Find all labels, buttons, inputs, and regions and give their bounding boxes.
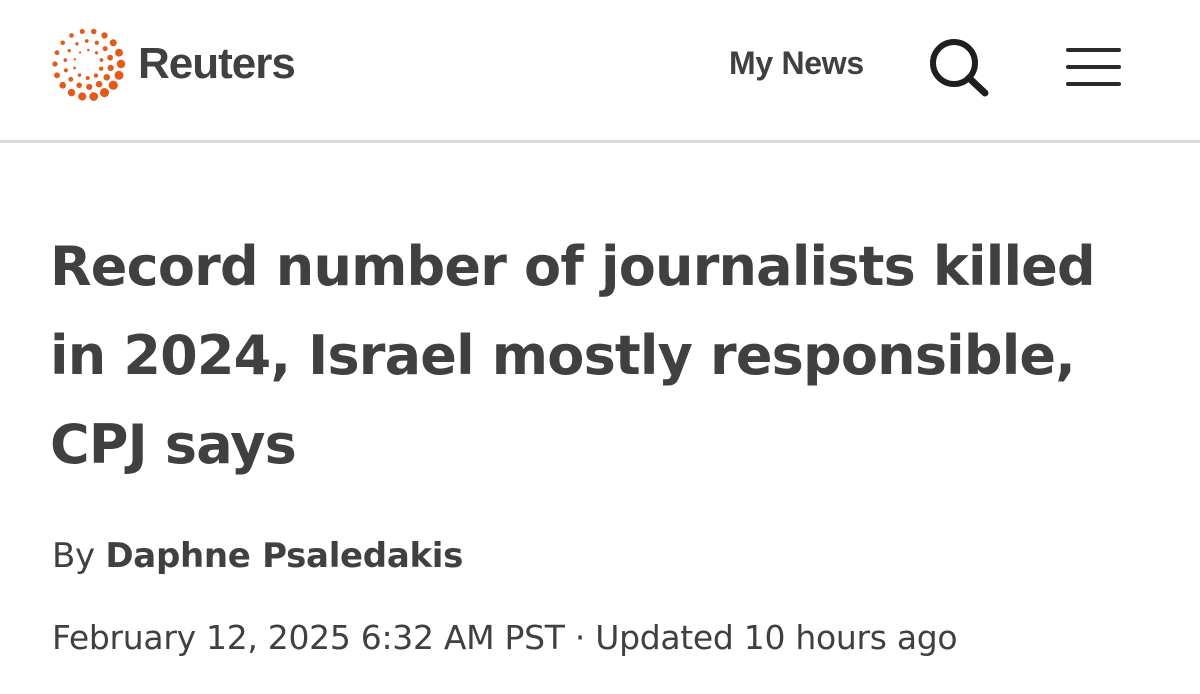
reuters-wordmark: Reuters xyxy=(138,39,296,88)
author-link[interactable]: Daphne Psaledakis xyxy=(105,536,463,576)
search-icon xyxy=(930,39,989,97)
article-headline: Record number of journalists killed in 2… xyxy=(50,235,1096,476)
hamburger-menu-icon-bar xyxy=(1066,65,1121,69)
my-news-link[interactable]: My News xyxy=(729,43,864,83)
updated-time: Updated 10 hours ago xyxy=(595,618,958,657)
reuters-logo[interactable]: Reuters xyxy=(48,24,296,104)
hamburger-menu-icon xyxy=(1066,48,1121,52)
site-header: Reuters My News xyxy=(0,0,1200,143)
published-date: February 12, 2025 6:32 AM PST xyxy=(52,618,565,657)
hamburger-menu-icon-bar xyxy=(1066,82,1121,86)
menu-button[interactable] xyxy=(1062,44,1124,90)
dateline: February 12, 2025 6:32 AM PST · Updated … xyxy=(52,614,958,662)
search-button[interactable] xyxy=(924,33,994,99)
byline: By Daphne Psaledakis xyxy=(52,532,463,580)
date-separator: · xyxy=(574,618,586,657)
reuters-logo-mark-icon xyxy=(52,28,126,101)
byline-prefix: By xyxy=(52,536,95,576)
